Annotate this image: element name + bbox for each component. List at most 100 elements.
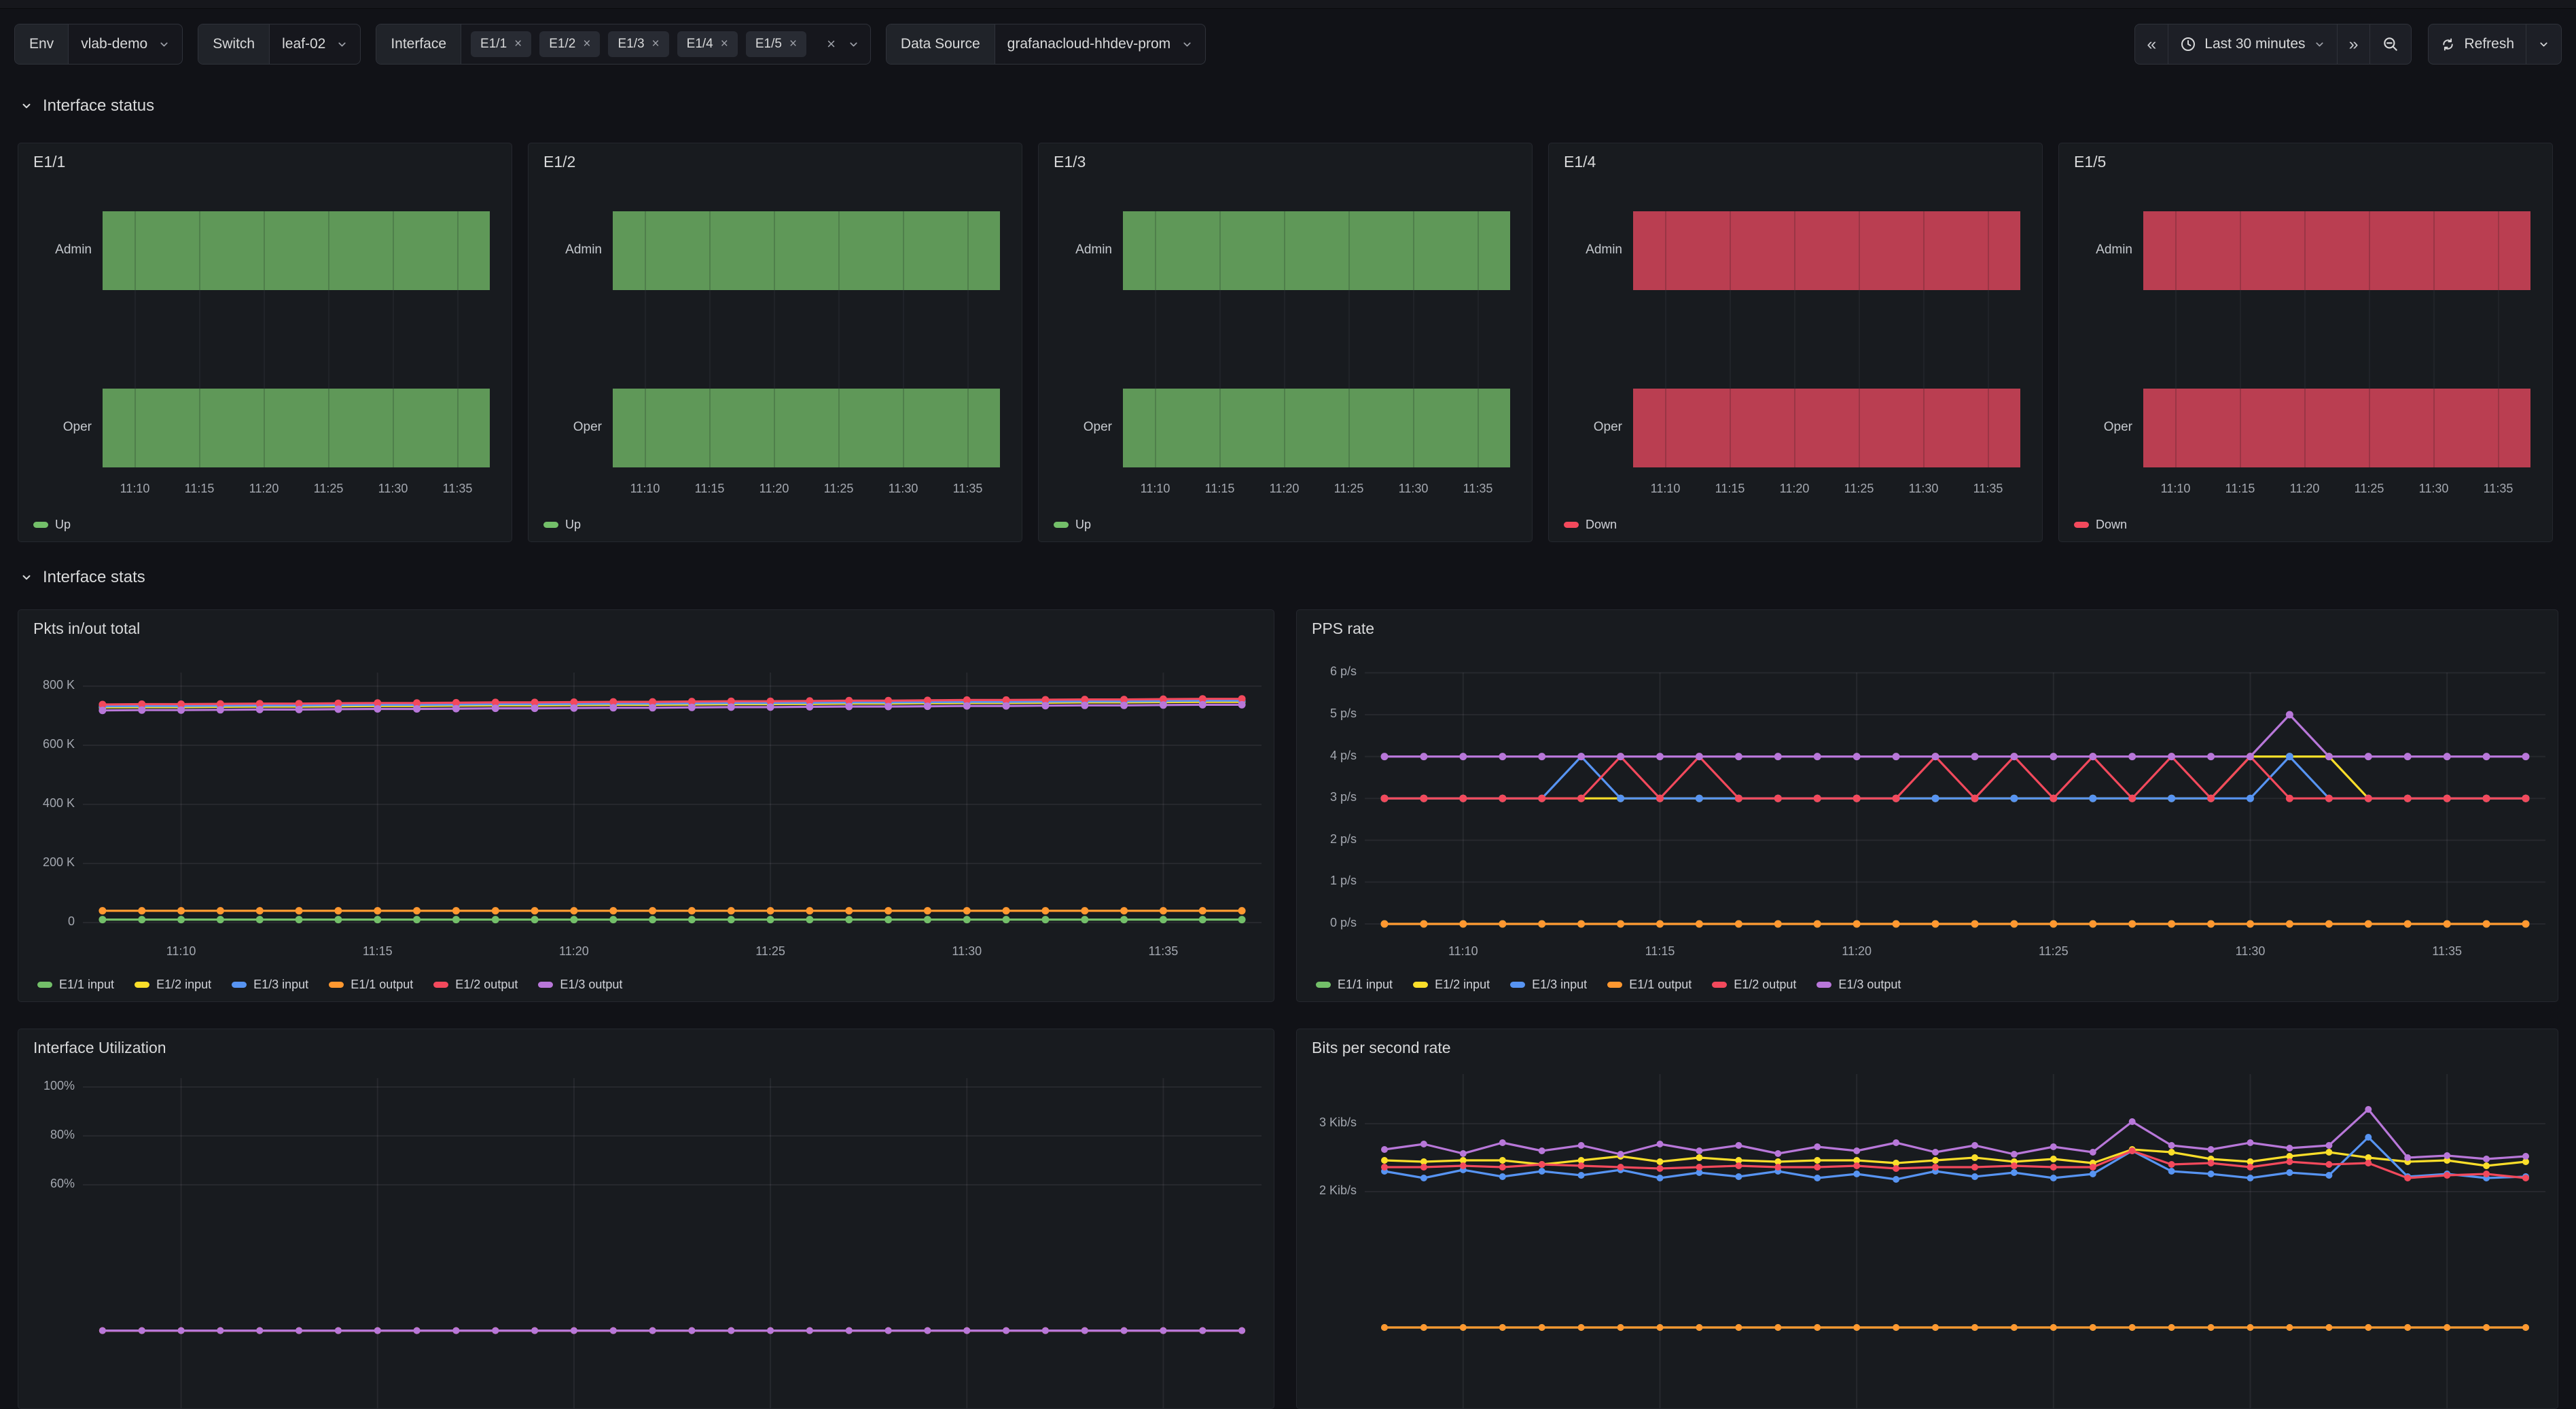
legend-item[interactable]: E1/3 input [232,978,308,992]
section-interface-stats[interactable]: Interface stats [20,568,145,587]
legend-pill [1316,982,1331,988]
panel-title[interactable]: E1/2 [543,153,575,171]
legend-item[interactable]: E1/1 input [1316,978,1393,992]
grid-seam [1478,389,1479,467]
refresh-interval-dropdown[interactable] [2526,24,2561,64]
grid-seam [967,211,969,290]
y-tick-label: 800 K [18,678,75,692]
legend-item[interactable]: E1/1 output [1607,978,1692,992]
x-tick-label: 11:35 [2461,482,2536,496]
time-range-picker[interactable]: Last 30 minutes [2168,24,2336,64]
interface-tag[interactable]: E1/2× [539,31,600,57]
util-chart-canvas[interactable] [18,1029,1274,1409]
grid-seam [903,389,904,467]
section-title: Interface status [43,96,154,115]
x-tick-label: 11:35 [1126,944,1200,959]
x-tick-label: 11:15 [673,482,747,496]
legend: Down [2074,516,2127,533]
legend-label: E1/3 input [253,978,308,992]
status-panel-E1/2: E1/2AdminOper11:1011:1511:2011:2511:3011… [528,143,1022,542]
close-icon[interactable]: × [514,37,522,52]
state-bar-up[interactable] [613,389,1000,467]
interface-clear-open[interactable]: × [816,24,870,64]
legend-item[interactable]: Down [2074,518,2127,532]
chevron-down-icon [848,39,859,50]
state-bar-up[interactable] [103,389,490,467]
legend-item[interactable]: E1/3 input [1510,978,1587,992]
grid-seam [1730,389,1731,467]
legend-item[interactable]: Up [543,518,581,532]
legend-item[interactable]: E1/3 output [1817,978,1901,992]
legend-label: E1/3 output [1838,978,1901,992]
interface-tag[interactable]: E1/3× [608,31,668,57]
grid-seam [838,389,840,467]
time-shift-forward-button[interactable]: » [2337,24,2370,64]
grid-seam [2433,389,2435,467]
grid-seam [2369,389,2370,467]
datasource-select[interactable]: grafanacloud-hhdev-prom [995,24,1205,64]
time-shift-back-button[interactable]: « [2135,24,2168,64]
interface-tag[interactable]: E1/1× [471,31,531,57]
bits-chart-canvas[interactable] [1297,1029,2558,1409]
state-bar-up[interactable] [613,211,1000,290]
legend-label: E1/2 output [1734,978,1796,992]
switch-value: leaf-02 [282,36,325,52]
panel-title[interactable]: E1/5 [2074,153,2106,171]
grid-seam [1219,389,1221,467]
legend-item[interactable]: Up [1054,518,1091,532]
section-interface-status[interactable]: Interface status [20,96,154,115]
x-tick-label: 11:25 [733,944,808,959]
legend-item[interactable]: E1/2 input [1413,978,1490,992]
panel-title[interactable]: E1/3 [1054,153,1086,171]
datasource-variable: Data Source grafanacloud-hhdev-prom [886,24,1206,65]
env-select[interactable]: vlab-demo [69,24,182,64]
state-bar-up[interactable] [1123,389,1510,467]
y-tick-label: 3 p/s [1296,790,1357,804]
zoom-out-button[interactable] [2369,24,2411,64]
state-bar-up[interactable] [1123,211,1510,290]
grid-seam [2240,211,2241,290]
legend-pill [1607,982,1622,988]
legend-item[interactable]: E1/3 output [538,978,622,992]
legend-item[interactable]: E1/1 output [329,978,413,992]
interface-tag[interactable]: E1/4× [677,31,738,57]
interface-tag[interactable]: E1/5× [746,31,806,57]
clear-all-icon[interactable]: × [827,35,836,53]
pps-chart-canvas[interactable] [1297,610,2558,1002]
state-bar-down[interactable] [1633,211,2020,290]
x-tick-label: 11:15 [162,482,237,496]
close-icon[interactable]: × [652,37,660,52]
close-icon[interactable]: × [789,37,797,52]
close-icon[interactable]: × [721,37,728,52]
legend-item[interactable]: Up [33,518,71,532]
legend-item[interactable]: E1/2 output [1712,978,1796,992]
refresh-button[interactable]: Refresh [2429,24,2526,64]
pkts-chart-canvas[interactable] [18,610,1274,1002]
x-tick-label: 11:25 [2332,482,2407,496]
row-label: Oper [1560,420,1622,435]
panel-title[interactable]: E1/1 [33,153,65,171]
panel-title[interactable]: E1/4 [1564,153,1596,171]
grid-seam [328,211,329,290]
legend: E1/1 input E1/2 input E1/3 input E1/1 outpu… [37,976,622,993]
x-tick-label: 11:30 [929,944,1004,959]
state-bar-down[interactable] [2143,211,2530,290]
x-tick-label: 11:25 [802,482,876,496]
legend-item[interactable]: Down [1564,518,1617,532]
section-title: Interface stats [43,568,145,587]
legend-item[interactable]: E1/2 input [135,978,211,992]
state-bar-down[interactable] [2143,389,2530,467]
close-icon[interactable]: × [583,37,590,52]
x-tick-label: 11:25 [291,482,366,496]
state-bar-up[interactable] [103,211,490,290]
grid-seam [1413,389,1414,467]
switch-select[interactable]: leaf-02 [270,24,360,64]
legend-item[interactable]: E1/2 output [433,978,518,992]
y-tick-label: 2 p/s [1296,832,1357,846]
x-tick-label: 11:35 [931,482,1005,496]
chevron-down-icon [2538,39,2550,50]
legend-item[interactable]: E1/1 input [37,978,114,992]
refresh-group: Refresh [2428,24,2562,65]
chevron-down-icon [2314,39,2325,50]
state-bar-down[interactable] [1633,389,2020,467]
